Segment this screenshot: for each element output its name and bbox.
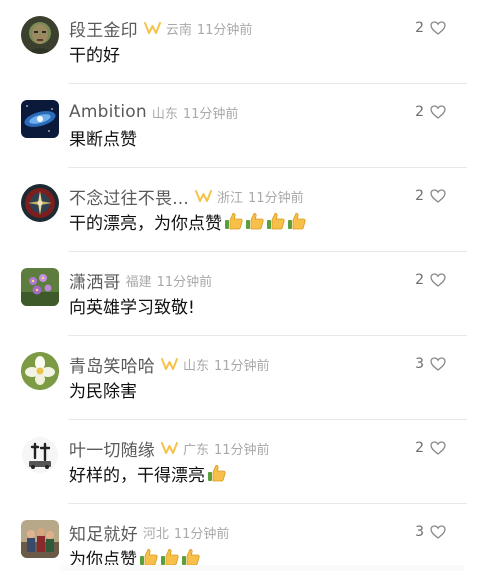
comment-text-content: 果断点赞 <box>69 129 137 150</box>
location: 浙江 <box>217 190 244 206</box>
location: 山东 <box>151 106 178 122</box>
comment-item: 潇洒哥 福建 11分钟前 向英雄学习致敬! 2 <box>0 252 477 336</box>
location: 云南 <box>165 22 192 38</box>
heart-outline-icon <box>430 525 446 539</box>
comment-item: Ambition 山东 11分钟前 果断点赞 2 <box>0 84 477 168</box>
timestamp: 11分钟前 <box>214 442 270 458</box>
like-button[interactable]: 2 <box>415 269 446 291</box>
scroll-edge <box>60 565 465 571</box>
white-flower-avatar-icon[interactable] <box>21 352 59 390</box>
thumbs-up-emoji-icon <box>288 213 306 230</box>
like-count: 2 <box>415 188 424 204</box>
comment-text: 干的漂亮，为你点赞 <box>69 209 307 234</box>
vip-badge-icon <box>161 357 178 371</box>
comment-item: 段王金印 云南 11分钟前 干的好 2 <box>0 0 477 84</box>
like-button[interactable]: 3 <box>415 353 446 375</box>
thumbs-up-group <box>138 547 201 567</box>
comment-item: 叶一切随缘 广东 11分钟前 好样的，干得漂亮 2 <box>0 420 477 504</box>
galaxy-avatar-icon[interactable] <box>21 100 59 138</box>
username[interactable]: 段王金印 <box>69 16 138 41</box>
thumbs-up-emoji-icon <box>140 549 158 566</box>
like-count: 2 <box>415 440 424 456</box>
vip-badge-icon <box>143 21 161 35</box>
comment-text: 果断点赞 <box>69 125 137 150</box>
vip-badge-icon <box>195 189 213 203</box>
thumbs-up-emoji-icon <box>208 465 226 482</box>
timestamp: 11分钟前 <box>156 274 213 290</box>
like-count: 2 <box>415 104 424 120</box>
location: 河北 <box>142 526 169 542</box>
location: 福建 <box>125 274 152 290</box>
username[interactable]: 知足就好 <box>69 520 138 545</box>
comment-item: 知足就好 河北 11分钟前 为你点赞 3 <box>0 504 477 588</box>
purple-flowers-avatar-icon[interactable] <box>21 268 59 306</box>
vip-badge-icon <box>161 441 178 455</box>
username[interactable]: 潇洒哥 <box>69 268 121 293</box>
like-button[interactable]: 2 <box>415 185 446 207</box>
comment-text-content: 向英雄学习致敬! <box>69 297 195 318</box>
timestamp: 11分钟前 <box>214 358 270 374</box>
like-button[interactable]: 3 <box>415 521 446 543</box>
comment-text-content: 干的好 <box>69 45 120 66</box>
comment-item: 不念过往不畏... 浙江 11分钟前 干的漂亮，为你点赞 2 <box>0 168 477 252</box>
thumbs-up-group <box>206 463 227 483</box>
like-count: 3 <box>415 356 424 372</box>
portrait-face-avatar-icon[interactable] <box>21 16 59 54</box>
comment-text-content: 好样的，干得漂亮 <box>69 465 205 486</box>
family-photo-avatar-icon[interactable] <box>21 520 59 558</box>
like-button[interactable]: 2 <box>415 101 446 123</box>
timestamp: 11分钟前 <box>182 106 239 122</box>
comment-text: 好样的，干得漂亮 <box>69 461 227 486</box>
heart-outline-icon <box>430 21 446 35</box>
username[interactable]: Ambition <box>69 102 147 122</box>
thumbs-up-emoji-icon <box>246 213 264 230</box>
location: 山东 <box>183 358 210 374</box>
thumbs-up-emoji-icon <box>161 549 179 566</box>
comment-text: 为民除害 <box>69 377 137 402</box>
location: 广东 <box>183 442 210 458</box>
heart-outline-icon <box>430 357 446 371</box>
heart-outline-icon <box>430 105 446 119</box>
username[interactable]: 青岛笑哈哈 <box>69 352 155 377</box>
like-button[interactable]: 2 <box>415 437 446 459</box>
heart-outline-icon <box>430 189 446 203</box>
like-count: 2 <box>415 20 424 36</box>
comment-text-content: 为民除害 <box>69 381 137 402</box>
comment-text-content: 干的漂亮，为你点赞 <box>69 213 222 234</box>
username[interactable]: 不念过往不畏... <box>69 184 189 209</box>
timestamp: 11分钟前 <box>248 190 304 206</box>
comment-text: 向英雄学习致敬! <box>69 293 195 318</box>
like-count: 3 <box>415 524 424 540</box>
compass-emblem-avatar-icon[interactable] <box>21 184 59 222</box>
comment-list: 段王金印 云南 11分钟前 干的好 2 Ambition 山东 11分钟前 果断… <box>0 0 477 571</box>
thumbs-up-emoji-icon <box>182 549 200 566</box>
comment-item: 青岛笑哈哈 山东 11分钟前 为民除害 3 <box>0 336 477 420</box>
timestamp: 11分钟前 <box>173 526 230 542</box>
thumbs-up-group <box>223 211 307 231</box>
like-count: 2 <box>415 272 424 288</box>
heart-outline-icon <box>430 441 446 455</box>
thumbs-up-emoji-icon <box>267 213 285 230</box>
thumbs-up-emoji-icon <box>225 213 243 230</box>
comment-text: 干的好 <box>69 41 120 66</box>
timestamp: 11分钟前 <box>196 22 253 38</box>
calligraphy-avatar-icon[interactable] <box>21 436 59 474</box>
like-button[interactable]: 2 <box>415 17 446 39</box>
heart-outline-icon <box>430 273 446 287</box>
username[interactable]: 叶一切随缘 <box>69 436 155 461</box>
